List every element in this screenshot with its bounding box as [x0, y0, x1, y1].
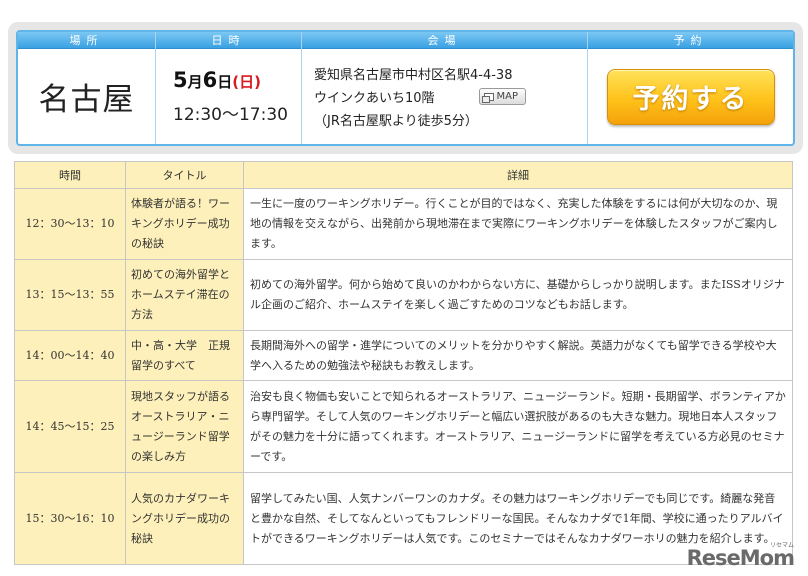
venue-building: ウインクあいち10階: [314, 91, 435, 106]
reserve-header: 予約: [588, 32, 793, 49]
seminar-schedule-table: 時間 タイトル 詳細 12：30〜13：10 体験者が語る！ワーキングホリデー成…: [14, 161, 793, 565]
table-row: 12：30〜13：10 体験者が語る！ワーキングホリデー成功の秘訣 一生に一度の…: [14, 188, 793, 260]
session-title: 体験者が語る！ワーキングホリデー成功の秘訣: [125, 188, 244, 260]
venue-header: 会場: [302, 32, 587, 49]
map-button-label: MAP: [496, 91, 519, 102]
detail-column-header: 詳細: [243, 161, 793, 189]
title-column-header: タイトル: [125, 161, 244, 189]
time-column-header: 時間: [14, 161, 126, 189]
venue-address: 愛知県名古屋市中村区名駅4-4-38: [314, 68, 513, 83]
datetime-header: 日時: [156, 32, 301, 49]
session-time: 14：45〜15：25: [14, 380, 126, 473]
event-summary-card: 場所 名古屋 日時 5月6日(日) 12:30〜17:30 会場 愛知県名古屋市…: [8, 22, 803, 154]
session-detail: 治安も良く物価も安いことで知られるオーストラリア、ニュージーランド。短期・長期留…: [243, 380, 793, 473]
reserve-button[interactable]: 予約する: [606, 68, 775, 125]
session-title: 中・高・大学 正規留学のすべて: [125, 330, 244, 381]
session-time: 13：15〜13：55: [14, 259, 126, 331]
session-detail: 初めての海外留学。何から始めて良いのかわからない方に、基礎からしっかり説明します…: [243, 259, 793, 331]
map-window-icon: [481, 92, 494, 103]
session-time: 15：30〜16：10: [14, 472, 126, 565]
session-time: 14：00〜14：40: [14, 330, 126, 381]
reserve-column: 予約 予約する: [588, 32, 793, 144]
table-row: 14：45〜15：25 現地スタッフが語るオーストラリア・ニュージーランド留学の…: [14, 380, 793, 473]
venue-column: 会場 愛知県名古屋市中村区名駅4-4-38 ウインクあいち10階 MAP （JR…: [302, 32, 588, 144]
session-time: 12：30〜13：10: [14, 188, 126, 260]
place-column: 場所 名古屋: [18, 32, 156, 144]
event-weekday: (日): [232, 73, 261, 91]
map-button[interactable]: MAP: [478, 88, 527, 105]
event-time: 12:30〜17:30: [173, 105, 288, 125]
session-detail: 長期間海外への留学・進学についてのメリットを分かりやすく解説。英語力がなくても留…: [243, 330, 793, 381]
place-header: 場所: [18, 32, 155, 49]
event-summary-grid: 場所 名古屋 日時 5月6日(日) 12:30〜17:30 会場 愛知県名古屋市…: [16, 30, 795, 146]
table-row: 13：15〜13：55 初めての海外留学とホームステイ滞在の方法 初めての海外留…: [14, 259, 793, 331]
venue-access: （JR名古屋駅より徒歩5分）: [314, 114, 478, 129]
session-title: 人気のカナダワーキングホリデー成功の秘訣: [125, 472, 244, 565]
place-name: 名古屋: [38, 82, 135, 118]
session-title: 初めての海外留学とホームステイ滞在の方法: [125, 259, 244, 331]
table-row: 14：00〜14：40 中・高・大学 正規留学のすべて 長期間海外への留学・進学…: [14, 330, 793, 381]
table-row: 15：30〜16：10 人気のカナダワーキングホリデー成功の秘訣 留学してみたい…: [14, 472, 793, 565]
event-date: 5月6日(日): [173, 68, 261, 92]
session-title: 現地スタッフが語るオーストラリア・ニュージーランド留学の楽しみ方: [125, 380, 244, 473]
datetime-column: 日時 5月6日(日) 12:30〜17:30: [156, 32, 302, 144]
schedule-header-row: 時間 タイトル 詳細: [14, 161, 793, 189]
resemom-watermark: ReseMom リセマム: [686, 542, 795, 570]
session-detail: 一生に一度のワーキングホリデー。行くことが目的ではなく、充実した体験をするには何…: [243, 188, 793, 260]
